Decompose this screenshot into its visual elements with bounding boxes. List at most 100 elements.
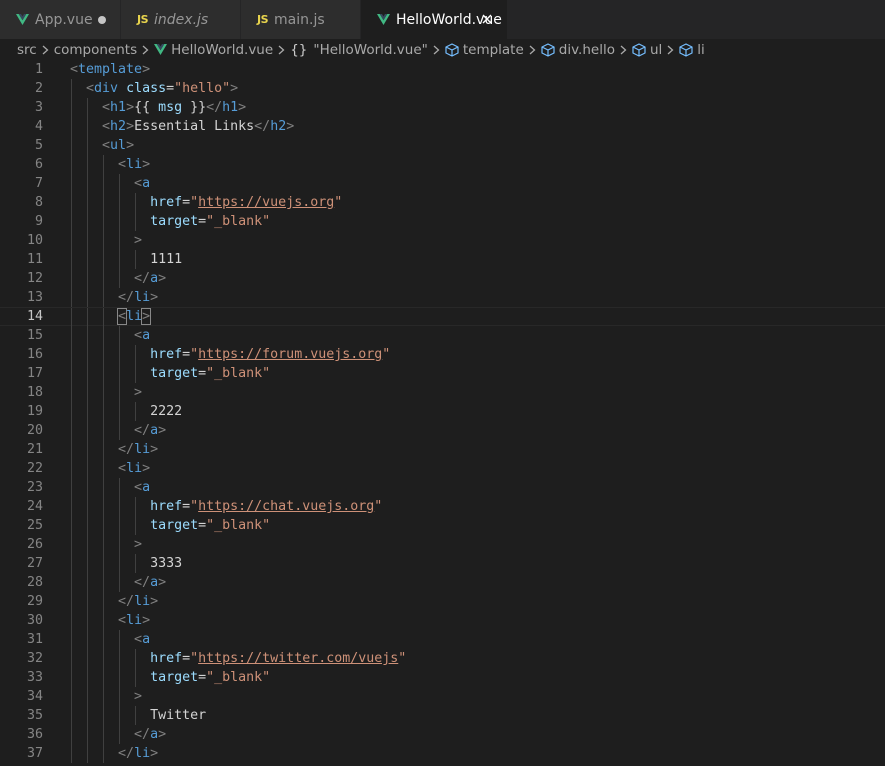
line-number: 5 bbox=[34, 138, 43, 153]
code-line[interactable]: 22 <li> bbox=[0, 459, 885, 478]
code-line[interactable]: 19 2222 bbox=[0, 402, 885, 421]
line-number: 14 bbox=[26, 309, 43, 324]
breadcrumb-components[interactable]: components bbox=[54, 42, 137, 58]
code-line[interactable]: 37 </li> bbox=[0, 744, 885, 763]
breadcrumb-div-hello-label: div.hello bbox=[558, 41, 615, 58]
code-line[interactable]: 9 target="_blank" bbox=[0, 212, 885, 231]
line-number: 31 bbox=[26, 632, 43, 647]
code-line[interactable]: 20 </a> bbox=[0, 421, 885, 440]
code-text: href="https://chat.vuejs.org" bbox=[150, 499, 383, 514]
line-number: 9 bbox=[34, 214, 43, 229]
code-line[interactable]: 33 target="_blank" bbox=[0, 668, 885, 687]
code-line[interactable]: 27 3333 bbox=[0, 554, 885, 573]
code-line[interactable]: 10 > bbox=[0, 231, 885, 250]
js-icon: JS bbox=[257, 13, 269, 26]
tab-label: index.js bbox=[154, 11, 209, 28]
code-line[interactable]: 23 <a bbox=[0, 478, 885, 497]
code-line[interactable]: 13 </li> bbox=[0, 288, 885, 307]
code-line[interactable]: 34 > bbox=[0, 687, 885, 706]
code-line[interactable]: 25 target="_blank" bbox=[0, 516, 885, 535]
line-number: 6 bbox=[34, 157, 43, 172]
code-line[interactable]: 8 href="https://vuejs.org" bbox=[0, 193, 885, 212]
code-line[interactable]: 36 </a> bbox=[0, 725, 885, 744]
code-text: </li> bbox=[118, 290, 159, 305]
code-text: target="_blank" bbox=[150, 518, 271, 533]
chevron-right-icon bbox=[529, 45, 536, 55]
line-number: 13 bbox=[26, 290, 43, 305]
code-line[interactable]: 4 <h2>Essential Links</h2> bbox=[0, 117, 885, 136]
tab-app-vue[interactable]: App.vue bbox=[0, 0, 121, 39]
line-number: 1 bbox=[34, 62, 43, 77]
code-line[interactable]: 3 <h1>{{ msg }}</h1> bbox=[0, 98, 885, 117]
line-number: 15 bbox=[26, 328, 43, 343]
code-text: <a bbox=[134, 480, 151, 495]
code-line[interactable]: 21 </li> bbox=[0, 440, 885, 459]
breadcrumb-li[interactable]: li bbox=[679, 42, 705, 58]
code-line[interactable]: 31 <a bbox=[0, 630, 885, 649]
code-text: </a> bbox=[134, 575, 167, 590]
cube-icon bbox=[541, 42, 555, 57]
code-line[interactable]: 15 <a bbox=[0, 326, 885, 345]
code-line[interactable]: 2 <div class="hello"> bbox=[0, 79, 885, 98]
code-text: 3333 bbox=[150, 556, 183, 571]
code-line[interactable]: 12 </a> bbox=[0, 269, 885, 288]
code-line[interactable]: 5 <ul> bbox=[0, 136, 885, 155]
code-line[interactable]: 7 <a bbox=[0, 174, 885, 193]
line-number: 33 bbox=[26, 670, 43, 685]
breadcrumb-template[interactable]: template bbox=[445, 42, 524, 58]
unsaved-dot-icon[interactable] bbox=[98, 16, 106, 24]
line-number: 37 bbox=[26, 746, 43, 761]
breadcrumb-ul-label: ul bbox=[649, 41, 663, 58]
code-text: Twitter bbox=[150, 708, 207, 723]
code-line[interactable]: 26 > bbox=[0, 535, 885, 554]
code-line[interactable]: 11 1111 bbox=[0, 250, 885, 269]
code-line[interactable]: 16 href="https://forum.vuejs.org" bbox=[0, 345, 885, 364]
line-number: 26 bbox=[26, 537, 43, 552]
line-number: 35 bbox=[26, 708, 43, 723]
chevron-right-icon bbox=[667, 45, 674, 55]
breadcrumb-file-label: HelloWorld.vue bbox=[171, 41, 274, 58]
vue-icon bbox=[377, 14, 390, 25]
code-line-current[interactable]: 14 <li> bbox=[0, 307, 885, 327]
code-text: <li> bbox=[117, 308, 152, 325]
breadcrumb-object[interactable]: {} "HelloWorld.vue" bbox=[290, 42, 428, 58]
close-icon[interactable] bbox=[479, 11, 495, 27]
code-text: 1111 bbox=[150, 252, 183, 267]
code-line[interactable]: 6 <li> bbox=[0, 155, 885, 174]
breadcrumb-object-label: "HelloWorld.vue" bbox=[313, 41, 428, 58]
code-line[interactable]: 24 href="https://chat.vuejs.org" bbox=[0, 497, 885, 516]
code-editor[interactable]: 1 <template> 2 <div class="hello"> 3 <h1>{{… bbox=[0, 60, 885, 766]
code-text: </li> bbox=[118, 746, 159, 761]
line-number: 20 bbox=[26, 423, 43, 438]
tab-main-js[interactable]: JS main.js bbox=[241, 0, 361, 39]
code-text: > bbox=[134, 385, 143, 400]
breadcrumb-div-hello[interactable]: div.hello bbox=[541, 42, 615, 58]
tab-index-js[interactable]: JS index.js bbox=[121, 0, 241, 39]
code-line[interactable]: 1 <template> bbox=[0, 60, 885, 79]
breadcrumb-src[interactable]: src bbox=[17, 42, 37, 58]
line-number: 32 bbox=[26, 651, 43, 666]
line-number: 29 bbox=[26, 594, 43, 609]
code-line[interactable]: 18 > bbox=[0, 383, 885, 402]
line-number: 3 bbox=[34, 100, 43, 115]
line-number: 23 bbox=[26, 480, 43, 495]
vue-icon bbox=[154, 44, 168, 55]
code-text: <h2>Essential Links</h2> bbox=[102, 119, 295, 134]
line-number: 8 bbox=[34, 195, 43, 210]
code-line[interactable]: 17 target="_blank" bbox=[0, 364, 885, 383]
code-line[interactable]: 32 href="https://twitter.com/vuejs" bbox=[0, 649, 885, 668]
code-text: > bbox=[134, 689, 143, 704]
code-line[interactable]: 30 <li> bbox=[0, 611, 885, 630]
code-line[interactable]: 29 </li> bbox=[0, 592, 885, 611]
code-text: <ul> bbox=[102, 138, 135, 153]
code-line[interactable]: 28 </a> bbox=[0, 573, 885, 592]
code-text: href="https://forum.vuejs.org" bbox=[150, 347, 391, 362]
code-text: <template> bbox=[70, 62, 151, 77]
code-line[interactable]: 35 Twitter bbox=[0, 706, 885, 725]
tab-helloworld-vue[interactable]: HelloWorld.vue bbox=[361, 0, 508, 39]
breadcrumb-ul[interactable]: ul bbox=[632, 42, 662, 58]
breadcrumb-file[interactable]: HelloWorld.vue bbox=[154, 42, 273, 58]
chevron-right-icon bbox=[278, 45, 285, 55]
code-text: <a bbox=[134, 632, 151, 647]
chevron-right-icon bbox=[42, 45, 49, 55]
